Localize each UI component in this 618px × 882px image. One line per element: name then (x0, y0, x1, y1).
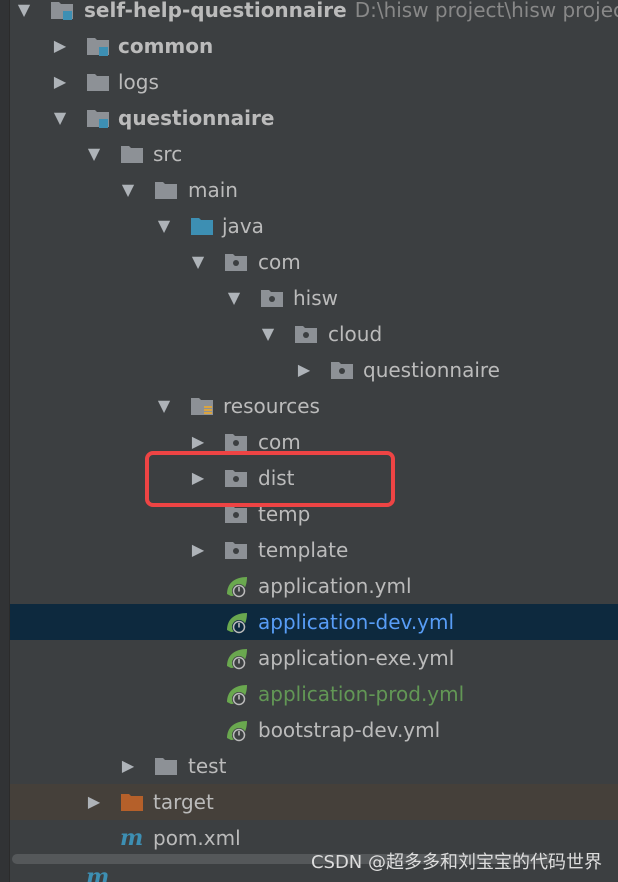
tree-row-test[interactable]: ▶ test (10, 748, 618, 784)
tree-label-java: java (222, 214, 264, 238)
tree-row-application-dev-yml[interactable]: application-dev.yml (10, 604, 618, 640)
folder-icon (120, 142, 144, 166)
left-gutter (0, 0, 10, 882)
tree-row-logs[interactable]: ▶ logs (10, 64, 618, 100)
tree-row-common[interactable]: ▶ common (10, 28, 618, 64)
tree-label-hisw: hisw (293, 286, 339, 310)
tree-label-src: src (153, 142, 183, 166)
resources-folder-icon (190, 394, 214, 418)
tree-label-questionnaire-module: questionnaire (118, 106, 275, 130)
tree-label-root: self-help-questionnaire D:\hisw project\h… (84, 0, 618, 22)
folder-icon (154, 754, 178, 778)
expand-arrow-right-icon[interactable]: ▶ (188, 433, 208, 451)
expand-arrow-down-icon[interactable]: ▼ (14, 1, 34, 19)
tree-label-application-dev-yml: application-dev.yml (258, 610, 455, 634)
expand-arrow-down-icon[interactable]: ▼ (154, 217, 174, 235)
tree-row-hisw[interactable]: ▼ hisw (10, 280, 618, 316)
expand-arrow-right-icon[interactable]: ▶ (50, 73, 70, 91)
expand-arrow-down-icon[interactable]: ▼ (258, 325, 278, 343)
tree-label-com: com (258, 250, 301, 274)
expand-arrow-down-icon[interactable]: ▼ (154, 397, 174, 415)
package-icon (330, 358, 354, 382)
tree-label-test: test (188, 754, 227, 778)
spring-config-icon (224, 646, 248, 670)
tree-row-com[interactable]: ▼ com (10, 244, 618, 280)
expand-arrow-down-icon[interactable]: ▼ (118, 181, 138, 199)
tree-label-application-yml: application.yml (258, 574, 412, 598)
tree-row-questionnaire-module[interactable]: ▼ questionnaire (10, 100, 618, 136)
tree-row-application-prod-yml[interactable]: application-prod.yml (10, 676, 618, 712)
maven-icon: m (120, 825, 144, 851)
expand-arrow-right-icon[interactable]: ▶ (84, 793, 104, 811)
tree-label-questionnaire-package: questionnaire (363, 358, 500, 382)
tree-label-template: template (258, 538, 349, 562)
tree-row-main[interactable]: ▼ main (10, 172, 618, 208)
highlight-annotation-box (145, 451, 395, 507)
tree-row-java[interactable]: ▼ java (10, 208, 618, 244)
tree-row-template[interactable]: ▶ template (10, 532, 618, 568)
source-folder-icon (190, 214, 214, 238)
expand-arrow-down-icon[interactable]: ▼ (224, 289, 244, 307)
expand-arrow-down-icon[interactable]: ▼ (50, 109, 70, 127)
tree-row-bootstrap-dev-yml[interactable]: bootstrap-dev.yml (10, 712, 618, 748)
tree-label-main: main (188, 178, 238, 202)
tree-row-target[interactable]: ▶ target (10, 784, 618, 820)
spring-config-icon (224, 718, 248, 742)
tree-row-questionnaire-package[interactable]: ▶ questionnaire (10, 352, 618, 388)
package-icon (294, 322, 318, 346)
expand-arrow-down-icon[interactable]: ▼ (84, 145, 104, 163)
expand-arrow-right-icon[interactable]: ▶ (50, 37, 70, 55)
folder-icon (86, 70, 110, 94)
tree-label-resources: resources (223, 394, 320, 418)
tree-label-application-prod-yml: application-prod.yml (258, 682, 465, 706)
tree-label-target: target (153, 790, 214, 814)
package-icon (224, 538, 248, 562)
expand-arrow-down-icon[interactable]: ▼ (188, 253, 208, 271)
tree-label-common: common (118, 34, 214, 58)
tree-row-root[interactable]: ▼ self-help-questionnaire D:\hisw project… (10, 0, 618, 28)
tree-label-application-exe-yml: application-exe.yml (258, 646, 455, 670)
module-folder-icon (86, 106, 110, 130)
tree-row-application-yml[interactable]: application.yml (10, 568, 618, 604)
excluded-folder-icon (120, 790, 144, 814)
folder-icon (154, 178, 178, 202)
spring-config-icon (224, 610, 248, 634)
expand-arrow-right-icon[interactable]: ▶ (188, 541, 208, 559)
spring-config-icon (224, 574, 248, 598)
expand-arrow-right-icon[interactable]: ▶ (118, 757, 138, 775)
tree-row-src[interactable]: ▼ src (10, 136, 618, 172)
tree-label-pom-xml: pom.xml (153, 826, 241, 850)
expand-arrow-right-icon[interactable]: ▶ (294, 361, 314, 379)
tree-row-cloud[interactable]: ▼ cloud (10, 316, 618, 352)
watermark-text: CSDN @超多多和刘宝宝的代码世界 (310, 852, 602, 873)
module-folder-icon (50, 0, 74, 22)
tree-label-cloud: cloud (328, 322, 383, 346)
tree-row-resources[interactable]: ▼ resources (10, 388, 618, 424)
package-icon (224, 250, 248, 274)
module-folder-icon (86, 34, 110, 58)
spring-config-icon (224, 682, 248, 706)
tree-label-bootstrap-dev-yml: bootstrap-dev.yml (258, 718, 441, 742)
tree-row-application-exe-yml[interactable]: application-exe.yml (10, 640, 618, 676)
package-icon (260, 286, 284, 310)
tree-label-logs: logs (118, 70, 159, 94)
maven-icon: m (86, 866, 110, 882)
